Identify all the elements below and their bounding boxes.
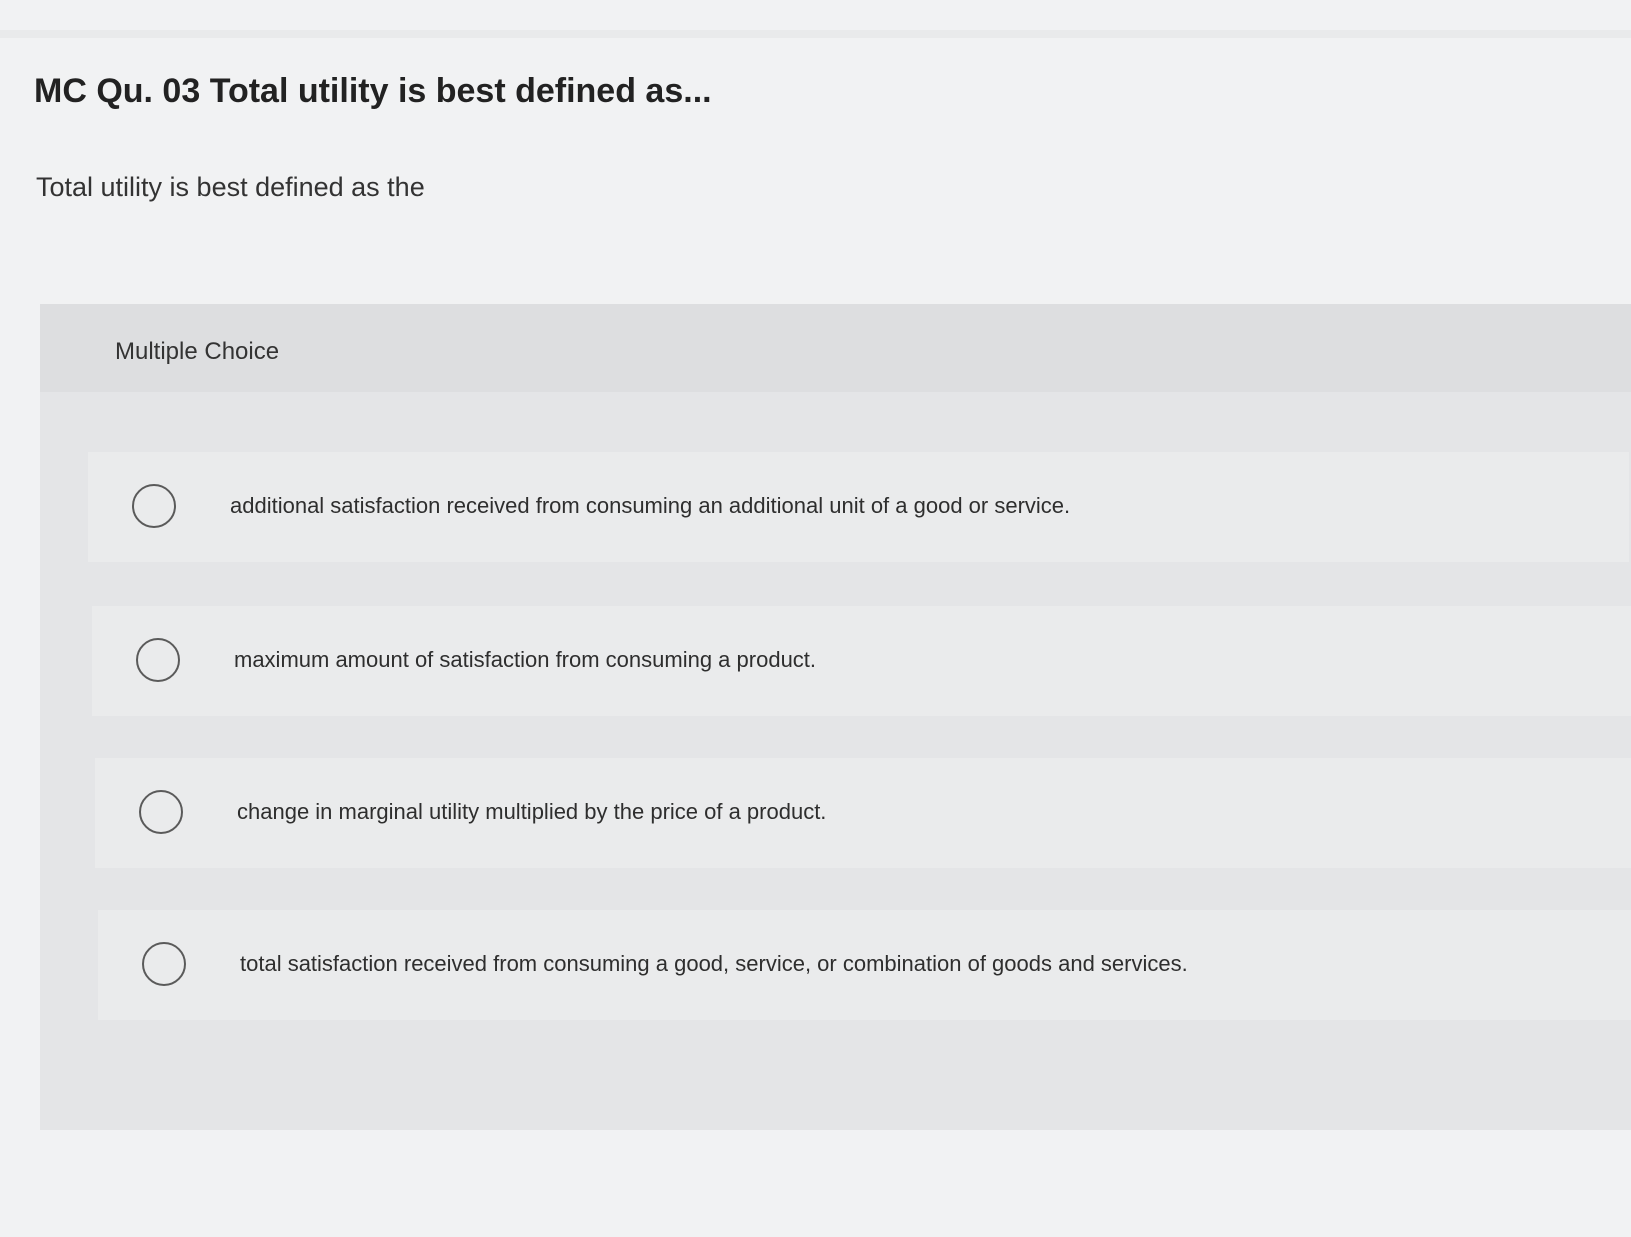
radio-button-icon[interactable] [132,484,176,528]
choice-option-text: maximum amount of satisfaction from cons… [234,647,817,672]
radio-button-icon[interactable] [142,942,186,986]
choice-option-text: change in marginal utility multiplied by… [237,799,827,824]
multiple-choice-label: Multiple Choice [115,338,280,365]
choice-option-c[interactable]: change in marginal utility multiplied by… [95,758,1631,868]
choice-option-text: total satisfaction received from consumi… [240,951,1188,976]
panel-header: Multiple Choice [40,304,1631,392]
radio-button-icon[interactable] [139,790,183,834]
choice-option-a[interactable]: additional satisfaction received from co… [88,452,1629,562]
question-title: MC Qu. 03 Total utility is best defined … [34,72,712,110]
choice-option-d[interactable]: total satisfaction received from consumi… [98,910,1631,1020]
question-prompt: Total utility is best defined as the [36,172,425,202]
top-divider [0,30,1631,38]
choice-option-b[interactable]: maximum amount of satisfaction from cons… [92,606,1631,716]
choice-option-text: additional satisfaction received from co… [230,493,1071,518]
radio-button-icon[interactable] [136,638,180,682]
multiple-choice-panel: Multiple Choice additional satisfaction … [40,304,1631,1130]
